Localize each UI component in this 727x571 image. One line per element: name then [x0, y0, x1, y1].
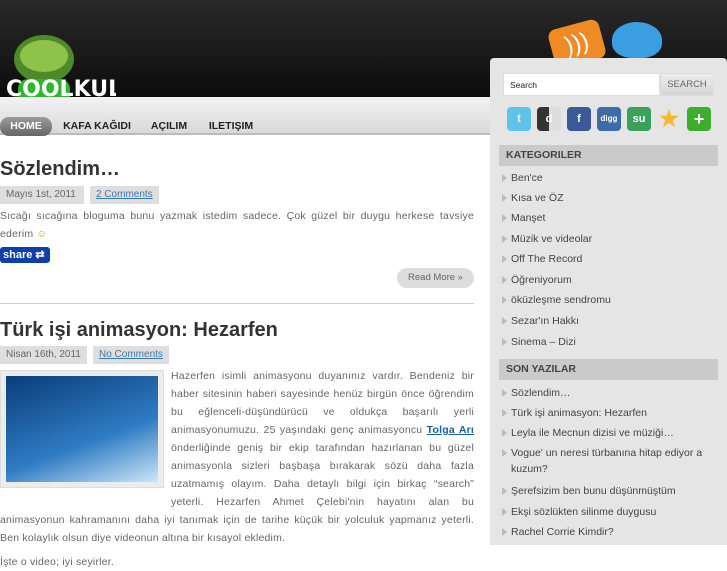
- recent-post-item[interactable]: Leyla ile Mecnun dizisi ve müziği…: [499, 425, 718, 441]
- post-divider: [0, 303, 474, 304]
- recent-posts-title: SON YAZILAR: [499, 359, 718, 380]
- delicious-icon[interactable]: d: [537, 107, 561, 131]
- category-item[interactable]: Kısa ve ÖZ: [499, 190, 718, 206]
- excerpt-text: Sıcağı sıcağına bloguma bunu yazmak iste…: [0, 210, 474, 240]
- twitter-bird-icon[interactable]: [612, 22, 662, 58]
- share-label: share: [3, 249, 33, 261]
- category-item[interactable]: Ben'ce: [499, 170, 718, 186]
- post-title[interactable]: Türk işi animasyon: Hezarfen: [0, 319, 278, 342]
- category-item[interactable]: Manşet: [499, 210, 718, 226]
- sidebar: Search SEARCH t d f digg su ★ + KATEGORI…: [490, 58, 727, 545]
- recent-post-item[interactable]: Vogue' un neresi türbanına hitap ediyor …: [499, 445, 718, 477]
- search-button[interactable]: SEARCH: [660, 73, 714, 96]
- post-title[interactable]: Sözlendim…: [0, 158, 120, 181]
- recent-post-item[interactable]: Şerefsizim ben bunu düşünmüştüm: [499, 483, 718, 499]
- thumb-spacer: [0, 367, 171, 511]
- smiley-icon: ☺: [36, 228, 48, 240]
- stumbleupon-icon[interactable]: su: [627, 107, 651, 131]
- post-comments: 2 Comments: [90, 186, 159, 204]
- recent-post-item[interactable]: Türk işi animasyon: Hezarfen: [499, 405, 718, 421]
- post-date: Mayıs 1st, 2011: [0, 186, 84, 204]
- body-text: İşte o video; iyi seyirler.: [0, 556, 114, 568]
- category-item[interactable]: Müzik ve videolar: [499, 231, 718, 247]
- category-item[interactable]: Off The Record: [499, 251, 718, 267]
- nav-iletisim[interactable]: ILETIŞIM: [206, 117, 256, 136]
- nav-acilim[interactable]: AÇILIM: [149, 117, 189, 136]
- nav-home[interactable]: HOME: [0, 117, 52, 136]
- recent-post-item[interactable]: Ekşi sözlükten silinme duygusu: [499, 504, 718, 520]
- post-body: Hazerfen isimli animasyonu duyanınız var…: [0, 367, 474, 571]
- share-button[interactable]: share ⇄: [0, 247, 50, 263]
- comments-link[interactable]: 2 Comments: [96, 189, 153, 200]
- post-comments: No Comments: [93, 346, 169, 364]
- recent-post-item[interactable]: Sözlendim…: [499, 385, 718, 401]
- comments-link[interactable]: No Comments: [99, 349, 163, 360]
- category-item[interactable]: öküzleşme sendromu: [499, 292, 718, 308]
- search-input[interactable]: Search: [503, 73, 660, 96]
- category-item[interactable]: Öğreniyorum: [499, 272, 718, 288]
- post-excerpt: Sıcağı sıcağına bloguma bunu yazmak iste…: [0, 207, 474, 243]
- facebook-icon[interactable]: f: [567, 107, 591, 131]
- category-item[interactable]: Sezar'ın Hakkı: [499, 313, 718, 329]
- nav-kafa-kagidi[interactable]: KAFA KAĞIDI: [62, 117, 132, 136]
- share-icon: ⇄: [35, 249, 45, 261]
- favorite-star-icon[interactable]: ★: [657, 107, 681, 131]
- post-date: Nisan 16th, 2011: [0, 346, 87, 364]
- twitter-icon[interactable]: t: [507, 107, 531, 131]
- categories-title: KATEGORILER: [499, 145, 718, 166]
- digg-icon[interactable]: digg: [597, 107, 621, 131]
- read-more-button[interactable]: Read More »: [397, 268, 474, 288]
- category-item[interactable]: Sinema – Dizi: [499, 334, 718, 350]
- add-icon[interactable]: +: [687, 107, 711, 131]
- tolga-ari-link[interactable]: Tolga Arı: [427, 424, 474, 436]
- recent-post-item[interactable]: Rachel Corrie Kimdir?: [499, 524, 718, 540]
